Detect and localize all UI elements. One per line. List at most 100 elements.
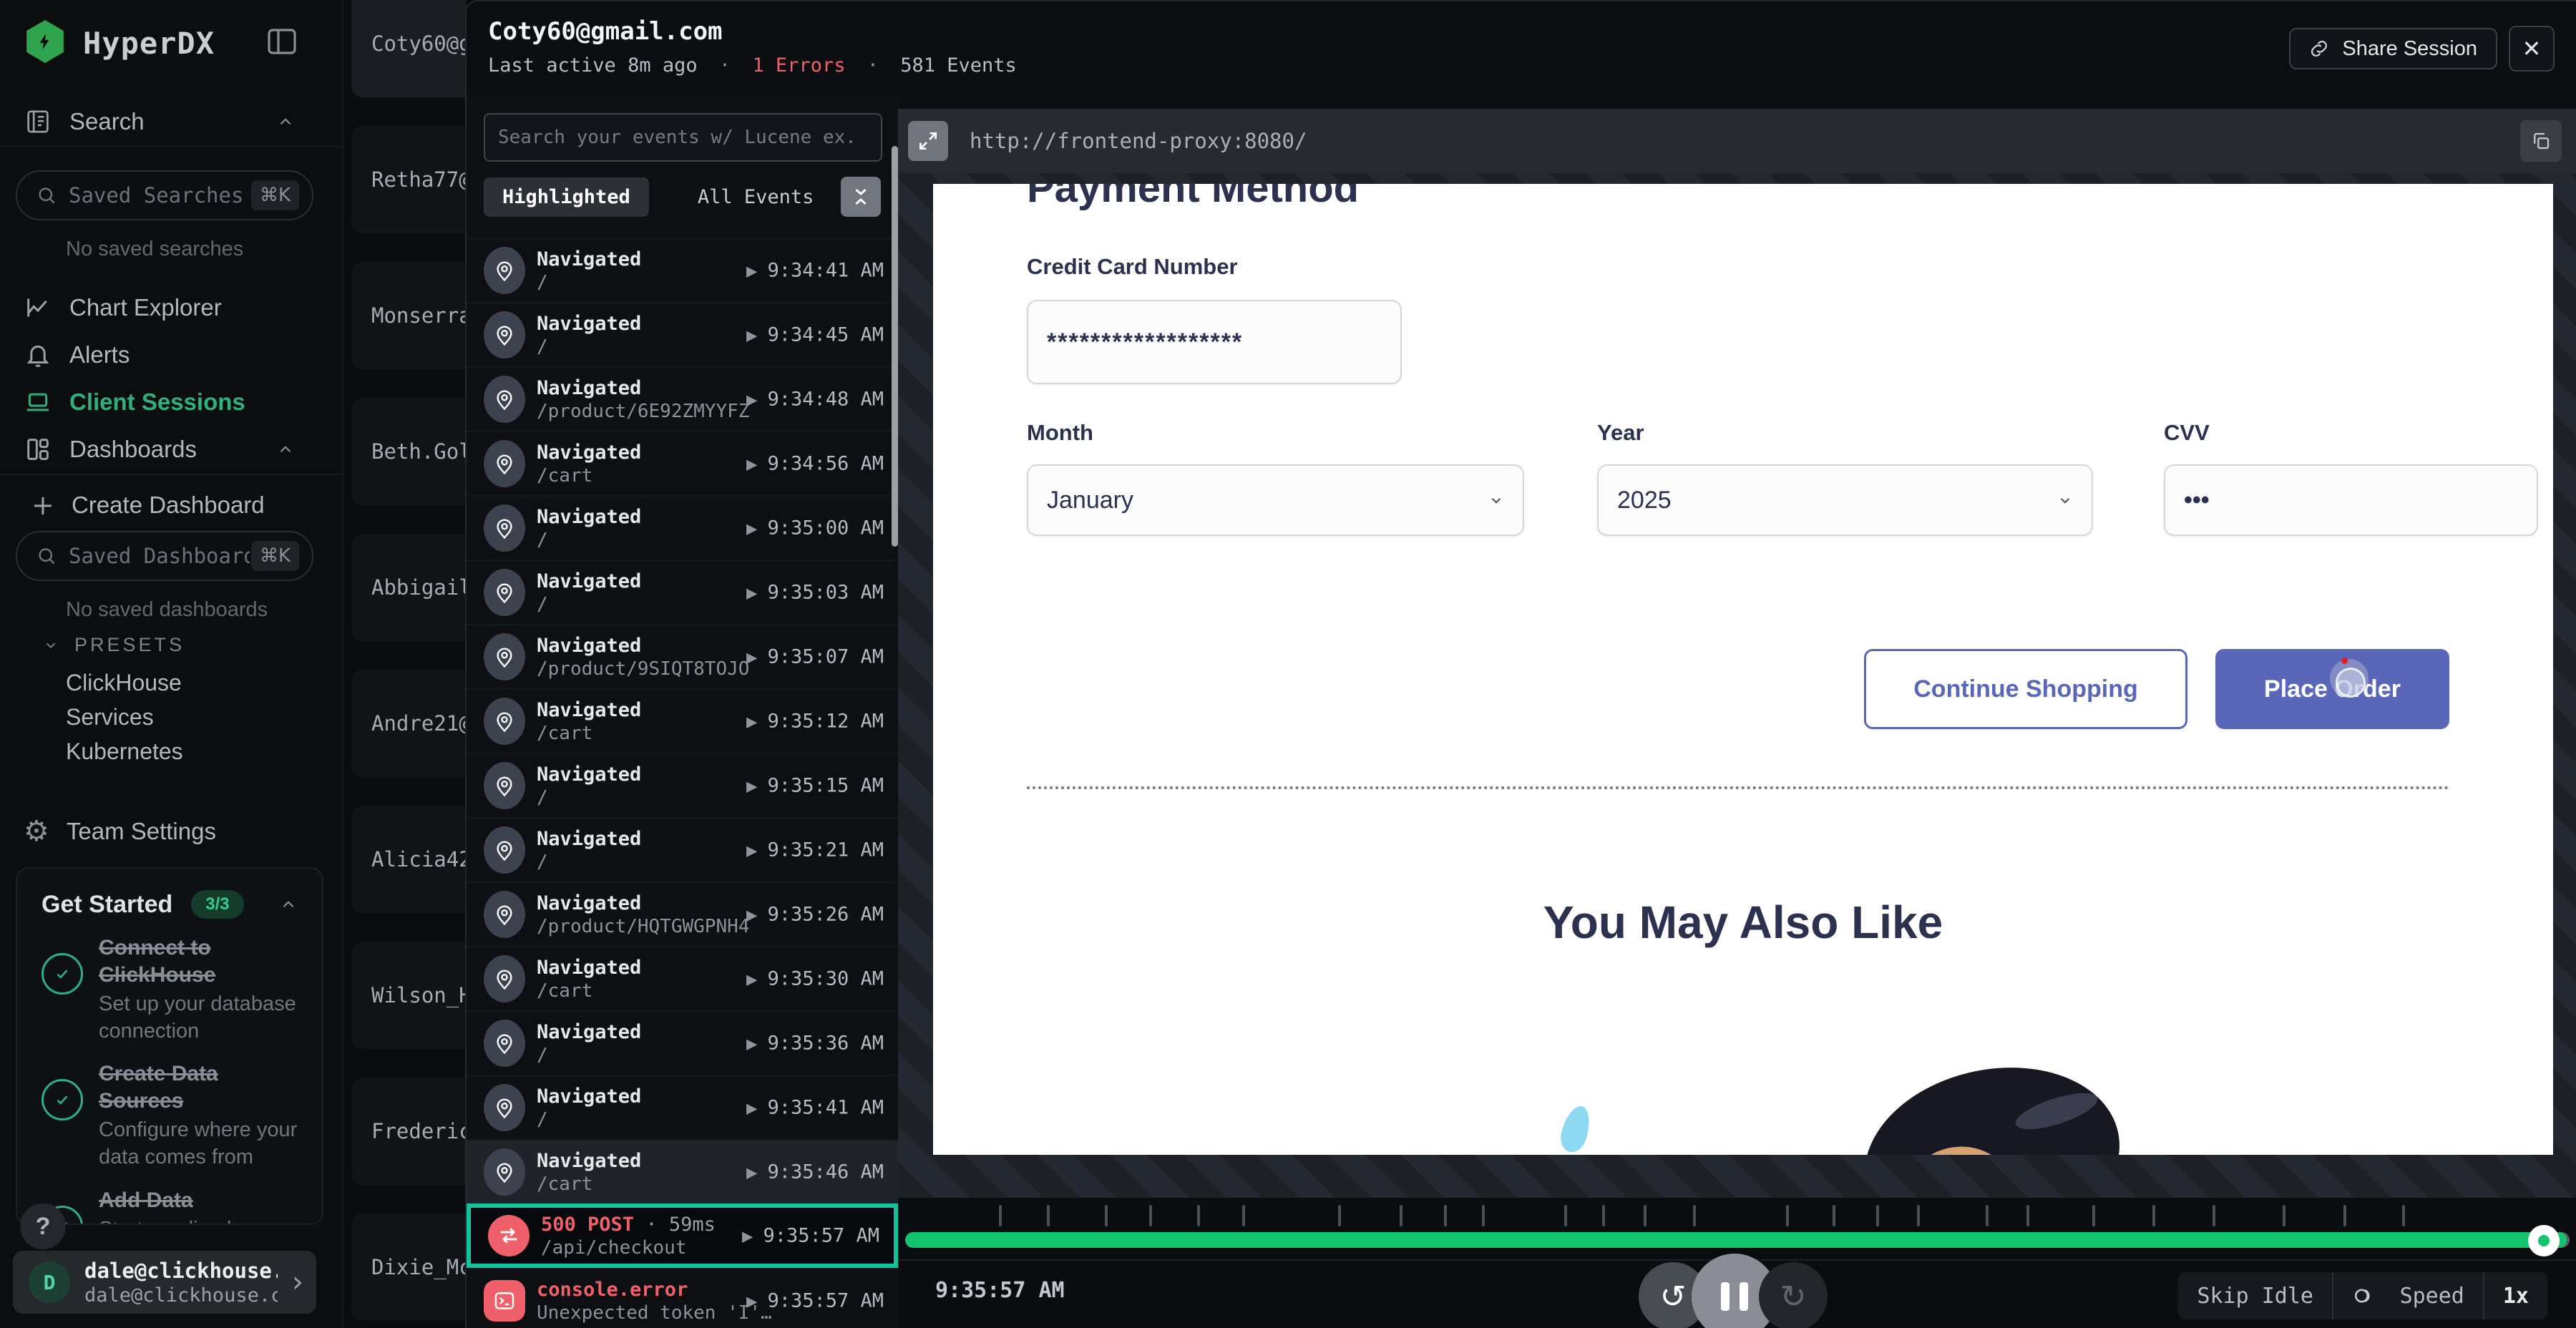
sidebar-item-dashboards[interactable]: Dashboards bbox=[0, 426, 342, 472]
event-time[interactable]: ▶ 9:34:45 AM bbox=[746, 324, 884, 346]
event-time[interactable]: ▶ 9:35:41 AM bbox=[746, 1097, 884, 1119]
timeline-progress-bar[interactable] bbox=[905, 1232, 2567, 1248]
play-from-here-icon: ▶ bbox=[746, 713, 757, 730]
collapse-panel-button[interactable] bbox=[841, 177, 881, 217]
session-card[interactable]: Coty60@g bbox=[351, 0, 467, 97]
continue-shopping-button[interactable]: Continue Shopping bbox=[1864, 649, 2187, 729]
event-row[interactable]: Navigated / ▶ 9:35:21 AM bbox=[467, 817, 898, 882]
event-time[interactable]: ▶ 9:35:15 AM bbox=[746, 775, 884, 797]
event-time[interactable]: ▶ 9:35:12 AM bbox=[746, 711, 884, 733]
saved-dashboards-search[interactable]: ⌘K bbox=[16, 531, 313, 581]
sidebar-collapse-icon[interactable] bbox=[265, 24, 299, 59]
presets-toggle[interactable]: PRESETS bbox=[43, 634, 185, 656]
session-card[interactable]: Wilson_H bbox=[351, 942, 467, 1049]
event-time[interactable]: ▶ 9:35:26 AM bbox=[746, 904, 884, 926]
get-started-item[interactable]: Connect to ClickHouse Set up your databa… bbox=[42, 934, 301, 1045]
tab-highlighted[interactable]: Highlighted bbox=[484, 177, 649, 217]
events-scrollbar[interactable] bbox=[892, 146, 898, 547]
preset-kubernetes[interactable]: Kubernetes bbox=[66, 738, 183, 765]
event-time[interactable]: ▶ 9:35:21 AM bbox=[746, 839, 884, 861]
sidebar-item-search[interactable]: Search bbox=[0, 99, 342, 145]
event-time[interactable]: ▶ 9:35:36 AM bbox=[746, 1032, 884, 1055]
user-menu[interactable]: D dale@clickhouse.com dale@clickhouse.co… bbox=[13, 1251, 316, 1314]
event-row[interactable]: Navigated /product/6E92ZMYYFZ ▶ 9:34:48 … bbox=[467, 366, 898, 431]
event-row[interactable]: console.error Unexpected token 'I'… ▶ 9:… bbox=[467, 1268, 898, 1328]
timeline-playhead[interactable] bbox=[2528, 1225, 2560, 1256]
event-time[interactable]: ▶ 9:34:48 AM bbox=[746, 389, 884, 411]
timeline-tick bbox=[1833, 1205, 1835, 1226]
sidebar-item-alerts[interactable]: Alerts bbox=[0, 332, 342, 378]
saved-dashboards-input[interactable] bbox=[67, 543, 251, 569]
sidebar-item-chart-explorer[interactable]: Chart Explorer bbox=[0, 285, 342, 331]
share-session-button[interactable]: Share Session bbox=[2289, 28, 2497, 69]
speed-control[interactable]: Speed 1x bbox=[2381, 1272, 2547, 1319]
session-email: Retha77@ bbox=[371, 167, 467, 192]
session-card[interactable]: Beth.Gol bbox=[351, 398, 467, 505]
events-search[interactable] bbox=[484, 113, 882, 162]
tab-all-events[interactable]: All Events bbox=[679, 177, 833, 217]
forward-button[interactable]: ↻ bbox=[1759, 1262, 1828, 1328]
saved-searches-input[interactable] bbox=[67, 182, 251, 208]
sidebar-item-label: Chart Explorer bbox=[69, 294, 222, 321]
event-row[interactable]: Navigated /cart ▶ 9:34:56 AM bbox=[467, 431, 898, 495]
preset-clickhouse[interactable]: ClickHouse bbox=[66, 670, 182, 696]
place-order-button[interactable]: Place Order bbox=[2215, 649, 2449, 729]
session-card[interactable]: Frederic bbox=[351, 1078, 467, 1185]
event-row[interactable]: Navigated /product/9SIQT8TOJO ▶ 9:35:07 … bbox=[467, 624, 898, 688]
get-started-item[interactable]: Add Data Start sending logs, metrics, or… bbox=[42, 1187, 301, 1225]
event-row[interactable]: Navigated / ▶ 9:35:36 AM bbox=[467, 1010, 898, 1075]
preset-services[interactable]: Services bbox=[66, 704, 154, 731]
session-card[interactable]: Dixie_Mc bbox=[351, 1214, 467, 1321]
sidebar-item-team-settings[interactable]: ⚙ Team Settings bbox=[0, 809, 342, 854]
event-row[interactable]: Navigated /cart ▶ 9:35:12 AM bbox=[467, 688, 898, 753]
event-row[interactable]: Navigated / ▶ 9:35:15 AM bbox=[467, 753, 898, 817]
sidebar-item-label: Search bbox=[69, 108, 145, 135]
event-path: / bbox=[537, 272, 641, 293]
event-time[interactable]: ▶ 9:35:07 AM bbox=[746, 646, 884, 668]
session-meta: Last active 8m ago · 1 Errors · 581 Even… bbox=[488, 54, 1017, 77]
speed-value: 1x bbox=[2484, 1272, 2547, 1319]
event-time[interactable]: ▶ 9:35:57 AM bbox=[742, 1225, 879, 1247]
event-row[interactable]: Navigated / ▶ 9:35:00 AM bbox=[467, 495, 898, 560]
session-card[interactable]: Retha77@ bbox=[351, 126, 467, 233]
cvv-input[interactable]: ••• bbox=[2164, 464, 2538, 536]
session-card[interactable]: Andre21@ bbox=[351, 670, 467, 777]
event-row[interactable]: Navigated / ▶ 9:34:45 AM bbox=[467, 302, 898, 366]
close-button[interactable]: ✕ bbox=[2509, 26, 2555, 72]
chevron-up-icon[interactable] bbox=[279, 895, 298, 914]
get-started-title: Get Started bbox=[42, 891, 172, 919]
year-select[interactable]: 2025 bbox=[1597, 464, 2093, 536]
event-row[interactable]: Navigated /cart ▶ 9:35:46 AM bbox=[467, 1139, 898, 1204]
event-row[interactable]: 500 POST · 59ms /api/checkout ▶ 9:35:57 … bbox=[467, 1204, 898, 1268]
event-time[interactable]: ▶ 9:35:57 AM bbox=[746, 1290, 884, 1312]
month-select[interactable]: January bbox=[1027, 464, 1524, 536]
expand-icon bbox=[917, 130, 940, 152]
session-card[interactable]: Abbigail bbox=[351, 534, 467, 641]
help-button[interactable]: ? bbox=[20, 1204, 66, 1249]
event-time[interactable]: ▶ 9:35:46 AM bbox=[746, 1161, 884, 1183]
map-pin-icon bbox=[484, 955, 525, 1002]
event-time[interactable]: ▶ 9:35:00 AM bbox=[746, 517, 884, 540]
event-time[interactable]: ▶ 9:34:56 AM bbox=[746, 453, 884, 475]
event-time[interactable]: ▶ 9:35:30 AM bbox=[746, 968, 884, 990]
cc-number-input[interactable]: ****************** bbox=[1027, 300, 1402, 384]
event-row[interactable]: Navigated / ▶ 9:34:41 AM bbox=[467, 238, 898, 302]
event-row[interactable]: Navigated / ▶ 9:35:03 AM bbox=[467, 560, 898, 624]
event-time[interactable]: ▶ 9:34:41 AM bbox=[746, 260, 884, 282]
copy-url-button[interactable] bbox=[2520, 120, 2562, 162]
session-card[interactable]: Monserra bbox=[351, 262, 467, 369]
create-dashboard-button[interactable]: + Create Dashboard bbox=[0, 484, 342, 527]
last-active-text: Last active 8m ago bbox=[488, 54, 698, 77]
session-drawer: Coty60@gmail.com Last active 8m ago · 1 … bbox=[465, 0, 2576, 1328]
events-search-input[interactable] bbox=[485, 127, 881, 148]
event-time[interactable]: ▶ 9:35:03 AM bbox=[746, 582, 884, 604]
get-started-item[interactable]: Create Data Sources Configure where your… bbox=[42, 1060, 301, 1171]
skip-idle-control[interactable]: Skip Idle bbox=[2178, 1272, 2395, 1319]
session-card[interactable]: Alicia42 bbox=[351, 806, 467, 913]
saved-searches-search[interactable]: ⌘K bbox=[16, 170, 313, 220]
event-row[interactable]: Navigated /product/HQTGWGPNH4 ▶ 9:35:26 … bbox=[467, 882, 898, 946]
sidebar-item-client-sessions[interactable]: Client Sessions bbox=[0, 379, 342, 425]
expand-button[interactable] bbox=[908, 121, 948, 161]
event-row[interactable]: Navigated /cart ▶ 9:35:30 AM bbox=[467, 946, 898, 1010]
event-row[interactable]: Navigated / ▶ 9:35:41 AM bbox=[467, 1075, 898, 1139]
